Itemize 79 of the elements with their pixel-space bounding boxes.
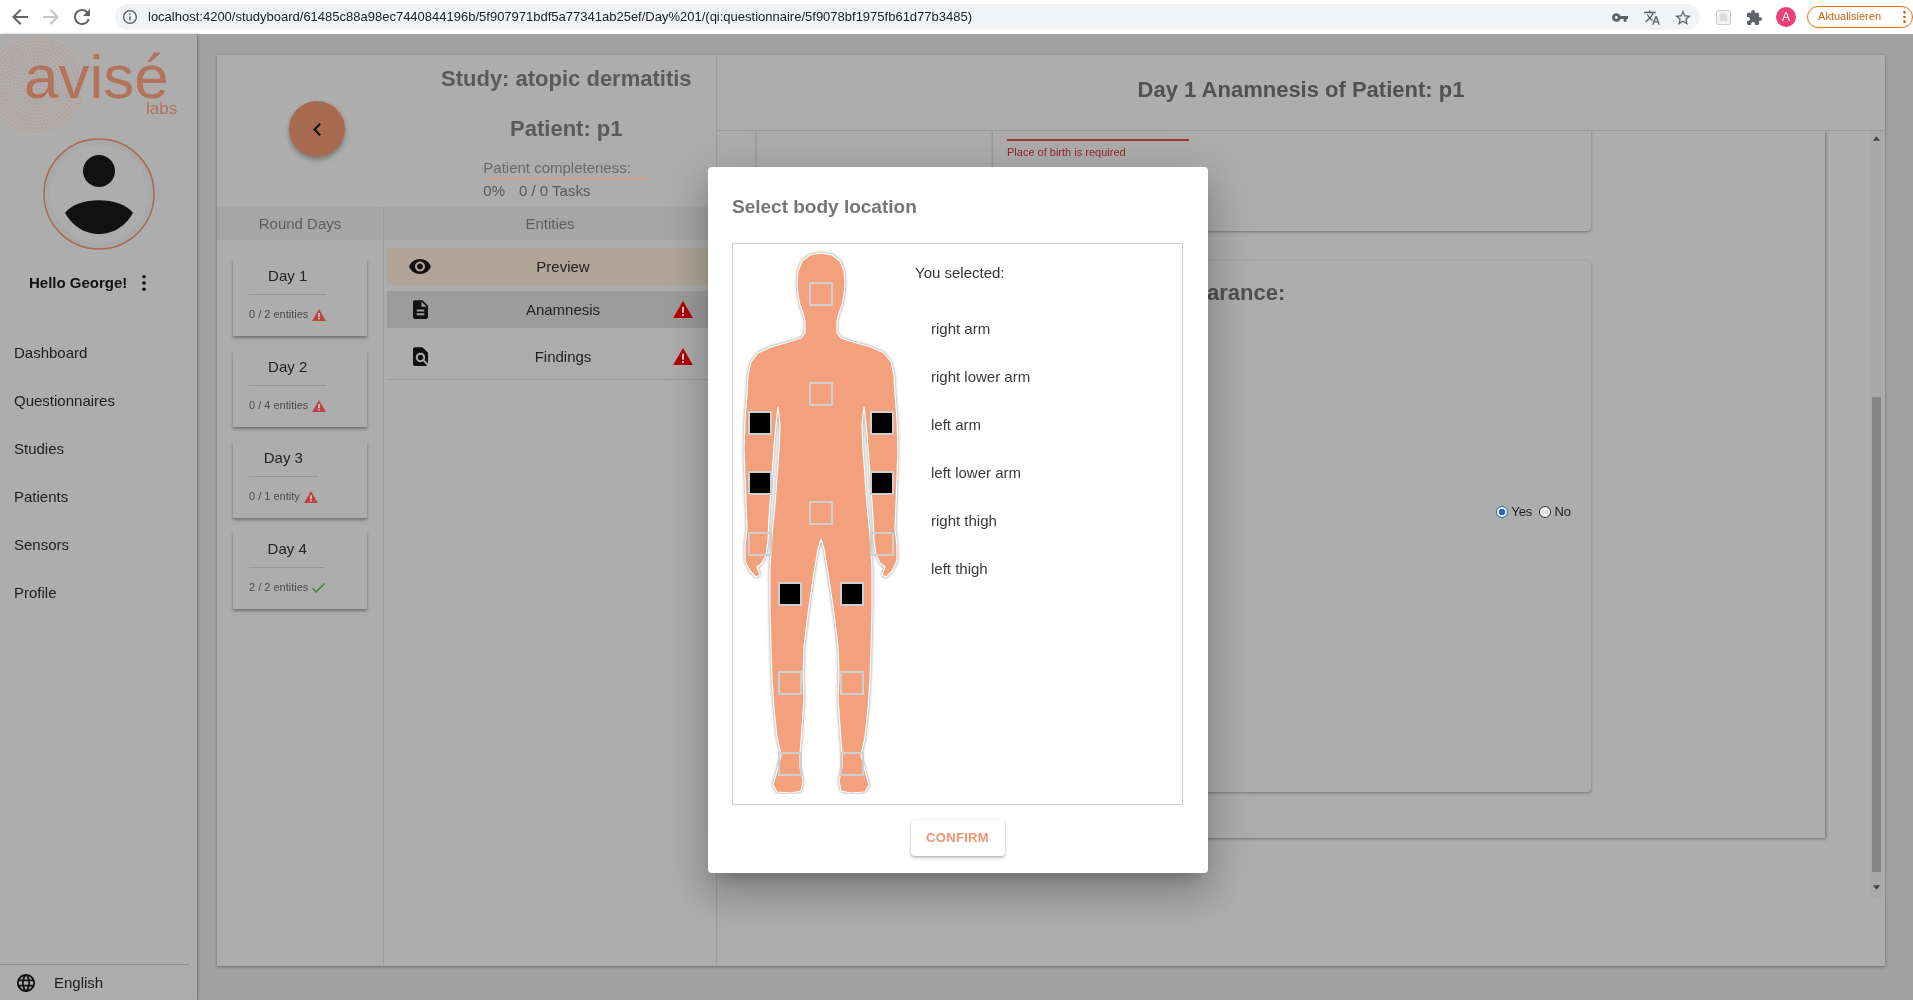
document-icon	[412, 300, 428, 319]
day-card[interactable]: Day 4 2 / 2 entities	[233, 532, 367, 609]
day-summary: 0 / 2 entities	[249, 308, 309, 322]
selected-part: left lower arm	[931, 464, 1022, 483]
study-title: Study: atopic dermatitis	[441, 66, 692, 92]
body-marker[interactable]	[840, 752, 864, 776]
update-button[interactable]: Aktualisieren	[1807, 6, 1913, 28]
body-marker[interactable]	[870, 471, 894, 495]
back-arrow-icon[interactable]	[12, 9, 28, 25]
avatar-icon	[42, 138, 155, 250]
body-marker[interactable]	[809, 501, 833, 525]
selected-part: right thigh	[931, 512, 997, 531]
selected-part: right lower arm	[931, 368, 1031, 387]
chevron-left-icon	[312, 122, 321, 136]
translate-icon[interactable]	[1644, 9, 1661, 25]
task-count: 0 / 0 Tasks	[519, 182, 591, 200]
patient-title: Patient: p1	[510, 116, 623, 142]
url-text: localhost:4200/studyboard/61485c88a98ec7440844196b/5f907971bdf5a77341ab25ef/Day%201/(qi:questionnaire/5f9078bf1975fb61d77b3485)	[148, 9, 974, 25]
error-message: Place of birth is required	[1007, 146, 1126, 159]
body-marker[interactable]	[748, 532, 772, 556]
nav-item[interactable]: Patients	[0, 473, 77, 521]
day-card[interactable]: Day 1 0 / 2 entities	[233, 259, 367, 336]
body-marker[interactable]	[809, 282, 833, 306]
scroll-down-icon[interactable]	[1873, 885, 1880, 890]
day-title: Day 2	[267, 358, 309, 376]
key-icon[interactable]	[1612, 12, 1629, 22]
language-selector[interactable]: English	[54, 973, 104, 992]
selected-part: left thigh	[931, 560, 988, 579]
day-card[interactable]: Day 3 0 / 1 entity	[233, 441, 367, 518]
completeness-label: Patient completeness:	[483, 159, 631, 177]
info-icon[interactable]	[123, 10, 137, 24]
selected-part: right arm	[931, 320, 991, 339]
section-heading: arance:	[1207, 280, 1286, 306]
body-marker[interactable]	[840, 582, 864, 606]
questionnaire-title: Day 1 Anamnesis of Patient: p1	[1137, 77, 1465, 103]
globe-icon[interactable]	[17, 973, 35, 992]
radio-button[interactable]	[1539, 506, 1552, 518]
profile-avatar[interactable]: A	[1776, 7, 1797, 27]
nav-item[interactable]: Studies	[0, 425, 73, 473]
nav-item[interactable]: Sensors	[0, 521, 78, 569]
completeness-percent: 0%	[483, 182, 505, 200]
eye-icon	[409, 259, 431, 274]
more-options-icon[interactable]	[142, 275, 147, 291]
more-options-icon[interactable]	[1903, 11, 1906, 23]
document-search-icon	[412, 347, 428, 366]
day-card[interactable]: Day 2 0 / 4 entities	[233, 350, 367, 427]
greeting-text: Hello George!	[29, 274, 128, 292]
star-icon[interactable]	[1675, 9, 1692, 25]
day-title: Day 1	[267, 267, 309, 285]
selection-heading: You selected:	[915, 264, 1005, 282]
nav-item[interactable]: Profile	[0, 569, 65, 617]
logo-subtitle: labs	[146, 100, 178, 117]
radio-button[interactable]	[1496, 506, 1509, 518]
day-summary: 2 / 2 entities	[249, 581, 309, 595]
day-title: Day 3	[262, 449, 304, 467]
scroll-up-icon[interactable]	[1873, 136, 1880, 141]
nav-item[interactable]: Dashboard	[0, 329, 96, 377]
address-bar[interactable]: localhost:4200/studyboard/61485c88a98ec7440844196b/5f907971bdf5a77341ab25ef/Day%201/(qi:questionnaire/5f9078bf1975fb61d77b3485)	[115, 4, 1701, 30]
radio-label[interactable]: No	[1554, 504, 1571, 520]
nav-item[interactable]: Questionnaires	[0, 377, 123, 425]
body-marker[interactable]	[778, 582, 802, 606]
body-marker[interactable]	[778, 671, 802, 695]
column-header: Round Days	[217, 207, 384, 240]
puzzle-icon[interactable]	[1747, 9, 1763, 25]
day-summary: 0 / 1 entity	[249, 490, 300, 504]
body-marker[interactable]	[870, 532, 894, 556]
body-marker[interactable]	[870, 411, 894, 435]
body-marker[interactable]	[748, 471, 772, 495]
body-marker[interactable]	[809, 382, 833, 406]
scrollbar-thumb[interactable]	[1872, 397, 1881, 872]
day-title: Day 4	[266, 540, 308, 558]
radio-label[interactable]: Yes	[1511, 504, 1533, 520]
body-marker[interactable]	[748, 411, 772, 435]
dialog-title: Select body location	[732, 195, 917, 219]
reload-icon[interactable]	[74, 9, 90, 25]
body-marker[interactable]	[778, 752, 802, 776]
body-marker[interactable]	[840, 671, 864, 695]
selected-part: left arm	[931, 416, 981, 435]
day-summary: 0 / 4 entities	[249, 399, 309, 413]
